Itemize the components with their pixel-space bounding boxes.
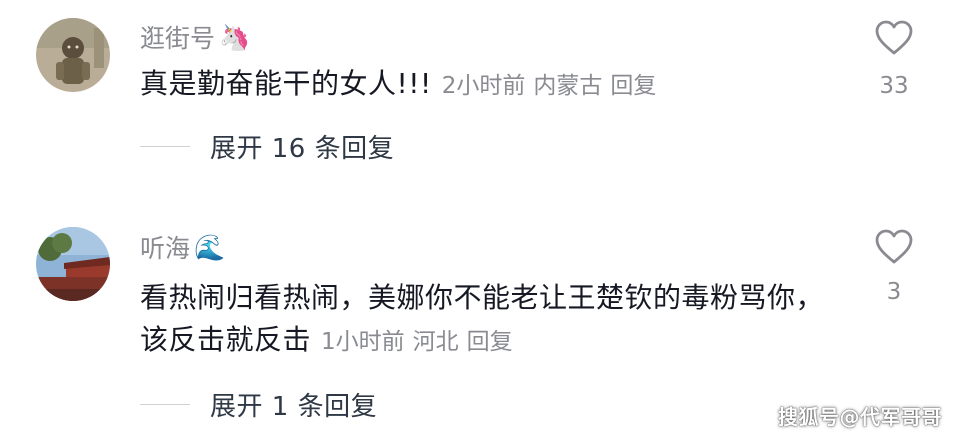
comment-meta: 1小时前 河北 回复 [321,329,521,355]
like-button[interactable]: 3 [864,229,924,305]
expand-replies-button[interactable]: 展开 16 条回复 [140,128,394,165]
comment-item: 逛街号 🦄 真是勤奋能干的女人!!! 2小时前 内蒙古 回复 33 展开 16 条回复 [0,0,960,210]
expand-replies-label: 展开 1 条回复 [210,392,378,422]
avatar[interactable] [36,18,110,92]
username-text: 逛街号 [140,24,216,53]
expand-divider [140,145,190,148]
expand-divider [140,403,190,406]
username[interactable]: 听海 🌊 [140,229,225,265]
comment-location: 河北 [412,329,459,355]
comment-body: 真是勤奋能干的女人!!! [140,67,432,100]
expand-replies-label: 展开 16 条回复 [210,134,395,164]
reply-button[interactable]: 回复 [610,73,656,99]
watermark: 搜狐号@代军哥哥 [778,405,942,429]
like-count: 33 [879,73,909,99]
like-count: 3 [886,279,902,305]
comment-time: 1小时前 [321,329,405,355]
heart-outline-icon [875,229,913,264]
comment-text: 看热闹归看热闹，美娜你不能老让王楚钦的毒粉骂你，该反击就反击 1小时前 河北 回复 [140,277,830,363]
comment-location: 内蒙古 [533,73,603,99]
comment-time: 2小时前 [441,73,526,99]
heart-outline-icon [875,20,913,55]
expand-replies-button[interactable]: 展开 1 条回复 [140,386,377,423]
avatar[interactable] [36,227,110,301]
wave-emoji-icon: 🌊 [194,232,226,262]
comment-text: 真是勤奋能干的女人!!! 2小时前 内蒙古 回复 [140,63,830,107]
unicorn-emoji-icon: 🦄 [219,22,251,52]
comment-meta: 2小时前 内蒙古 回复 [442,73,665,99]
like-button[interactable]: 33 [864,20,924,99]
username[interactable]: 逛街号 🦄 [140,19,250,55]
reply-button[interactable]: 回复 [467,329,513,355]
username-text: 听海 [140,234,191,263]
